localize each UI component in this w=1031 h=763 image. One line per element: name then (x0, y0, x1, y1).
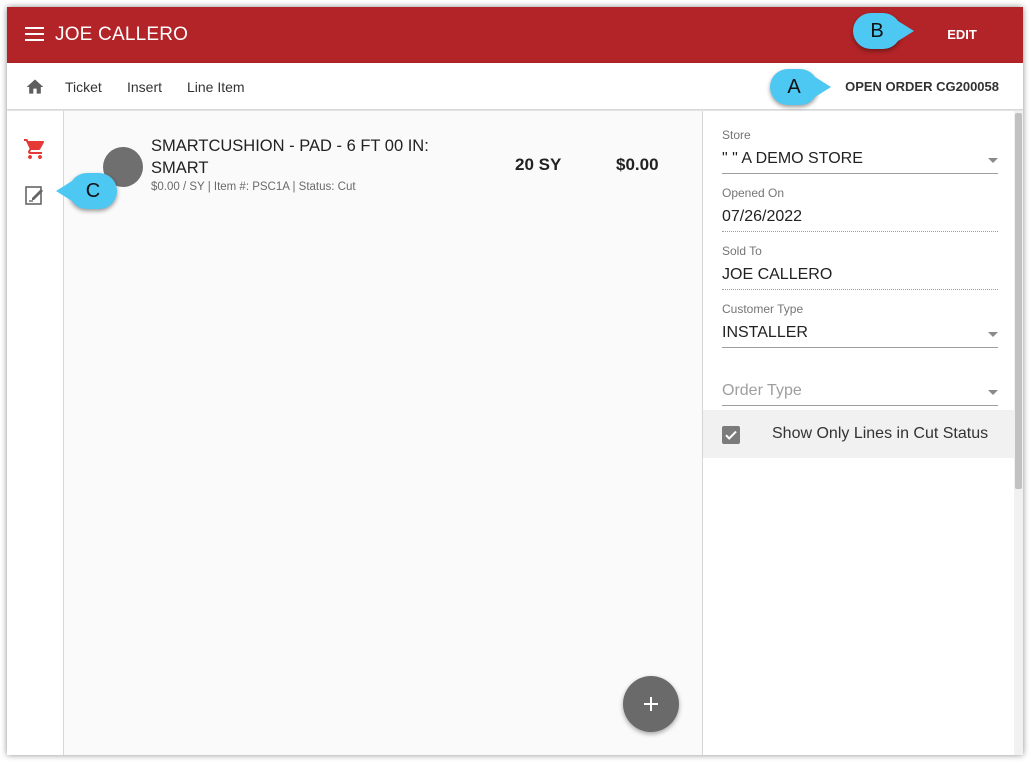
callout-a: A (770, 69, 831, 105)
panel-scrollbar[interactable] (1014, 111, 1023, 755)
edit-button[interactable]: EDIT (941, 25, 983, 45)
customer-type-field[interactable]: Customer Type INSTALLER (722, 302, 998, 348)
field-underline (722, 173, 998, 174)
app-window: JOE CALLERO EDIT Ticket Insert Line Item… (7, 7, 1023, 755)
show-cut-only-label: Show Only Lines in Cut Status (772, 425, 989, 442)
customer-type-value[interactable]: INSTALLER (722, 324, 808, 342)
store-label: Store (722, 128, 751, 142)
side-rail (7, 111, 64, 755)
app-title: JOE CALLERO (55, 24, 189, 45)
order-type-select[interactable]: Order Type (722, 382, 802, 400)
sold-to-value: JOE CALLERO (722, 266, 833, 283)
store-field[interactable]: Store " " A DEMO STORE (722, 128, 998, 174)
callout-c: C (56, 173, 117, 209)
opened-on-field: Opened On 07/26/2022 (722, 186, 998, 232)
order-status-label: OPEN ORDER CG200058 (845, 79, 999, 94)
item-meta: $0.00 / SY | Item #: PSC1A | Status: Cut (151, 181, 356, 193)
line-items-pane: SMARTCUSHION - PAD - 6 FT 00 IN: SMART $… (64, 111, 702, 755)
sold-to-field: Sold To JOE CALLERO (722, 244, 998, 290)
dropdown-caret-icon[interactable] (988, 158, 998, 163)
opened-on-value: 07/26/2022 (722, 208, 803, 225)
dropdown-caret-icon[interactable] (988, 332, 998, 337)
field-underline (722, 289, 998, 290)
customer-type-label: Customer Type (722, 302, 804, 316)
breadcrumb-nav: Ticket Insert Line Item OPEN ORDER CG200… (7, 63, 1023, 110)
store-value[interactable]: " " A DEMO STORE (722, 150, 863, 168)
line-item-row[interactable]: SMARTCUSHION - PAD - 6 FT 00 IN: SMART $… (64, 111, 702, 201)
show-cut-only-checkbox[interactable] (722, 426, 740, 444)
menu-icon[interactable] (25, 27, 44, 42)
opened-on-label: Opened On (722, 186, 785, 200)
nav-link-line-item[interactable]: Line Item (187, 79, 245, 95)
edit-note-icon[interactable] (23, 183, 47, 207)
field-underline (722, 347, 998, 348)
scrollbar-thumb[interactable] (1015, 113, 1022, 489)
field-underline (722, 231, 998, 232)
add-icon[interactable] (623, 676, 679, 732)
item-name: SMARTCUSHION - PAD - 6 FT 00 IN: SMART (151, 137, 429, 177)
nav-link-ticket[interactable]: Ticket (65, 79, 102, 95)
item-quantity: 20 SY (515, 155, 562, 174)
callout-b: B (853, 13, 914, 49)
nav-link-insert[interactable]: Insert (127, 79, 162, 95)
cart-icon[interactable] (23, 137, 47, 161)
sold-to-label: Sold To (722, 244, 762, 258)
show-cut-only-row[interactable]: Show Only Lines in Cut Status (703, 410, 1015, 458)
dropdown-caret-icon[interactable] (988, 390, 998, 395)
order-details-panel: Store " " A DEMO STORE Opened On 07/26/2… (702, 111, 1015, 755)
field-underline (722, 405, 998, 406)
order-type-field[interactable]: Order Type (722, 360, 998, 406)
item-amount: $0.00 (616, 155, 659, 174)
home-icon[interactable] (25, 77, 45, 97)
check-icon (725, 430, 737, 440)
